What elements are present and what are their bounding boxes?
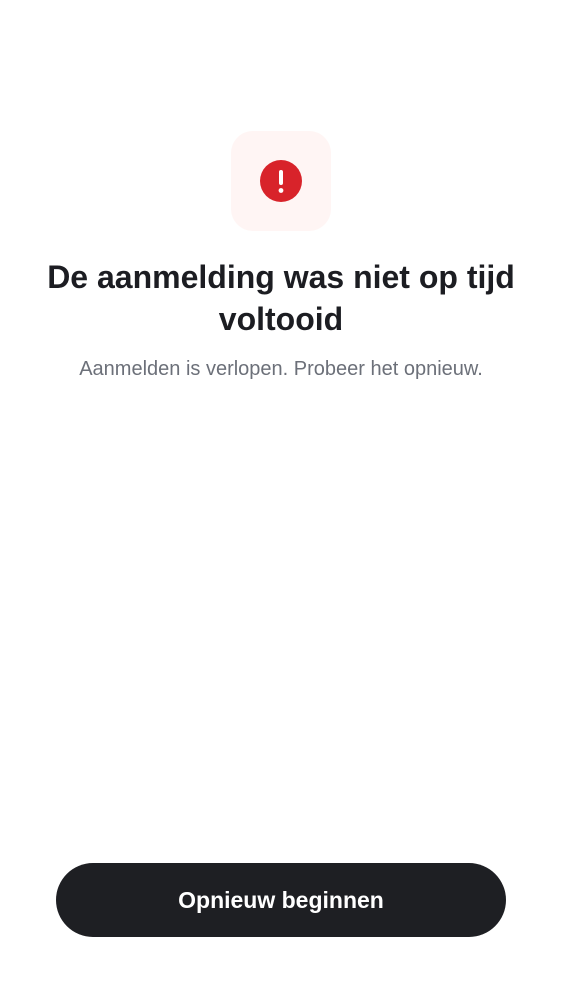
exclamation-circle-icon	[260, 160, 302, 202]
error-icon-tile	[231, 131, 331, 231]
restart-button[interactable]: Opnieuw beginnen	[56, 863, 506, 937]
error-description: Aanmelden is verlopen. Probeer het opnie…	[79, 358, 483, 380]
page-title: De aanmelding was niet op tijd voltooid	[47, 259, 515, 337]
